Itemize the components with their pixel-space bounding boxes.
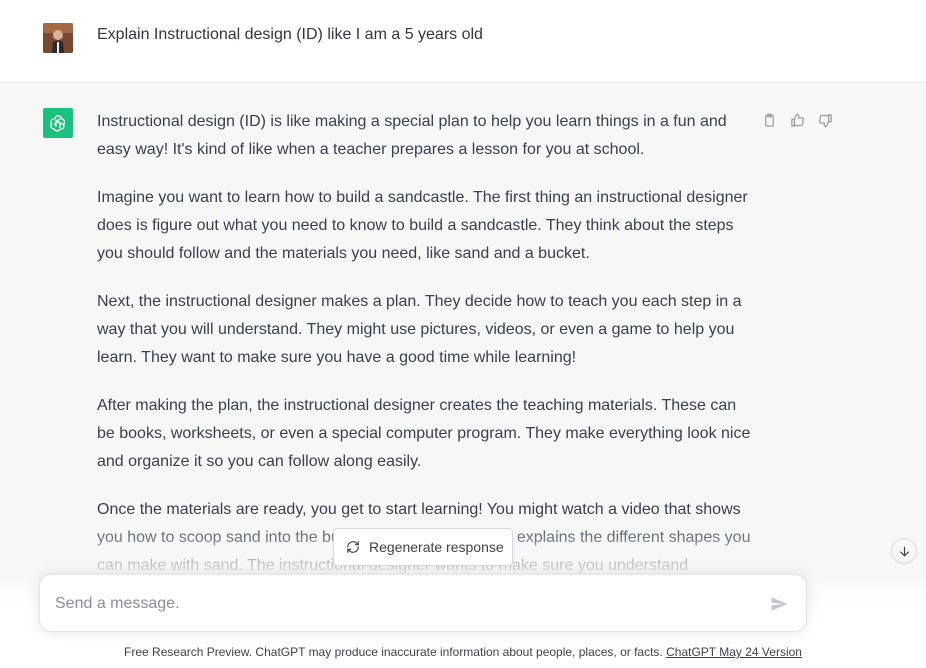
user-message-row: Explain Instructional design (ID) like I… (0, 0, 926, 83)
send-button[interactable] (768, 593, 790, 615)
version-link[interactable]: ChatGPT May 24 Version (666, 645, 802, 659)
thumbs-up-icon[interactable] (789, 112, 805, 128)
openai-logo-icon (50, 114, 66, 132)
copy-icon[interactable] (761, 112, 777, 128)
answer-paragraph: Next, the instructional designer makes a… (97, 293, 742, 366)
footer-text: Free Research Preview. ChatGPT may produ… (124, 645, 667, 659)
regenerate-response-button[interactable]: Regenerate response (333, 528, 513, 566)
answer-paragraph: After making the plan, the instructional… (97, 397, 751, 470)
message-composer (39, 574, 807, 632)
footer-disclaimer: Free Research Preview. ChatGPT may produ… (0, 644, 926, 660)
regenerate-response-label: Regenerate response (369, 539, 504, 555)
arrow-down-icon (899, 546, 909, 557)
thumbs-down-icon[interactable] (817, 112, 833, 128)
user-message-text: Explain Instructional design (ID) like I… (97, 26, 483, 43)
message-actions (761, 112, 833, 128)
refresh-icon (347, 541, 359, 553)
assistant-avatar (43, 108, 73, 138)
user-avatar (43, 23, 73, 53)
scroll-to-bottom-button[interactable] (891, 538, 917, 564)
answer-paragraph: Imagine you want to learn how to build a… (97, 189, 748, 262)
user-photo-avatar-icon (43, 23, 73, 53)
message-input[interactable] (55, 593, 735, 615)
answer-paragraph: Instructional design (ID) is like making… (97, 113, 727, 158)
send-icon (771, 597, 788, 611)
